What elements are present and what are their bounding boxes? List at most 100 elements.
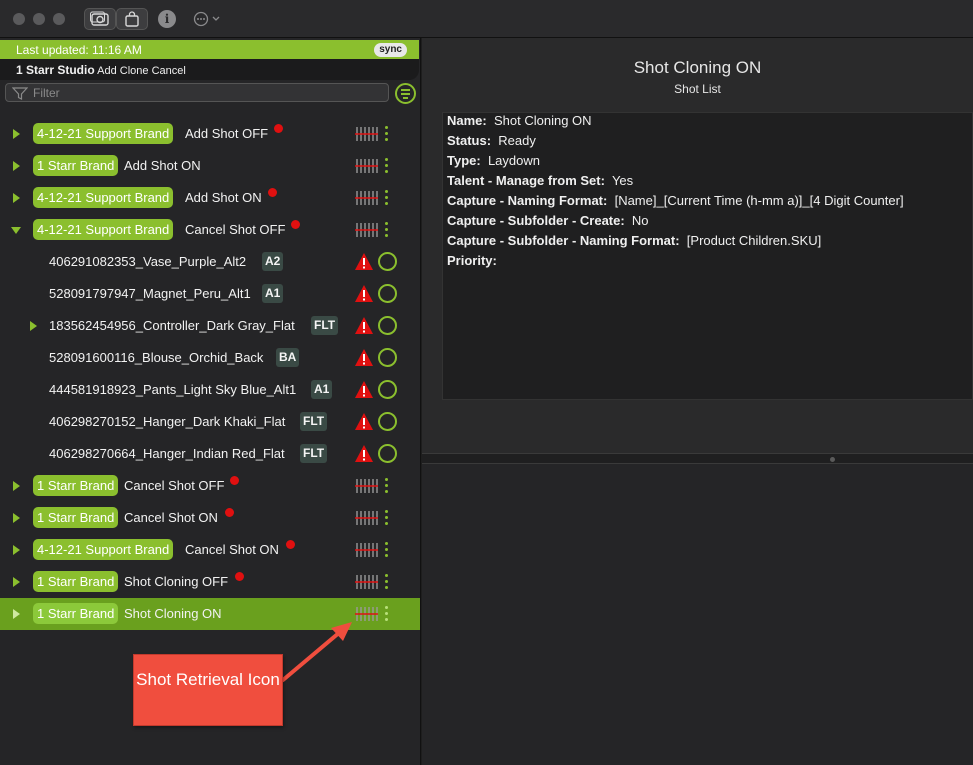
- disclosure-triangle-icon[interactable]: [30, 321, 37, 331]
- splitter-handle[interactable]: [830, 457, 835, 462]
- shot-retrieval-icon[interactable]: [355, 191, 378, 205]
- status-dot: [291, 220, 300, 229]
- shot-row[interactable]: 4-12-21 Support Brand Cancel Shot ON: [0, 534, 420, 566]
- shot-retrieval-icon[interactable]: [355, 607, 378, 621]
- shot-type-badge: FLT: [300, 444, 328, 463]
- product-row[interactable]: 528091600116_Blouse_Orchid_Back BA: [0, 342, 420, 374]
- disclosure-triangle-icon[interactable]: [13, 609, 20, 619]
- more-options-button[interactable]: [192, 9, 226, 29]
- capture-status-icon[interactable]: [378, 316, 397, 335]
- more-vertical-icon[interactable]: [385, 190, 389, 207]
- shot-row[interactable]: 4-12-21 Support Brand Cancel Shot OFF: [0, 214, 420, 246]
- brand-tag: 1 Starr Brand: [33, 475, 119, 496]
- info-icon[interactable]: i: [158, 10, 176, 28]
- capture-status-icon[interactable]: [378, 444, 397, 463]
- shot-row[interactable]: 1 Starr Brand Add Shot ON: [0, 150, 420, 182]
- shot-retrieval-icon[interactable]: [355, 543, 378, 557]
- shot-name: Cancel Shot ON: [185, 542, 279, 557]
- shot-row[interactable]: 4-12-21 Support Brand Add Shot ON: [0, 182, 420, 214]
- sync-button[interactable]: sync: [374, 43, 407, 57]
- shot-name: Cancel Shot OFF: [185, 222, 286, 237]
- capture-status-icon[interactable]: [378, 348, 397, 367]
- disclosure-triangle-icon[interactable]: [13, 161, 20, 171]
- zoom-icon[interactable]: [53, 13, 65, 25]
- shot-row[interactable]: 4-12-21 Support Brand Add Shot OFF: [0, 118, 420, 150]
- product-row[interactable]: 406298270664_Hanger_Indian Red_Flat FLT: [0, 438, 420, 470]
- product-name: 528091600116_Blouse_Orchid_Back: [49, 350, 264, 365]
- shot-type-badge: A1: [262, 284, 284, 303]
- warning-icon[interactable]: [354, 412, 374, 431]
- more-vertical-icon[interactable]: [385, 510, 389, 527]
- disclosure-triangle-icon[interactable]: [13, 513, 20, 523]
- pane-splitter[interactable]: [422, 453, 973, 464]
- bag-button[interactable]: [116, 8, 148, 30]
- shot-name: Add Shot OFF: [185, 126, 269, 141]
- product-row[interactable]: 406291082353_Vase_Purple_Alt2 A2: [0, 246, 420, 278]
- shot-retrieval-icon[interactable]: [355, 127, 378, 141]
- shot-row[interactable]: 1 Starr Brand Shot Cloning OFF: [0, 566, 420, 598]
- disclosure-triangle-icon[interactable]: [13, 481, 20, 491]
- disclosure-triangle-icon[interactable]: [13, 577, 20, 587]
- brand-tag: 4-12-21 Support Brand: [33, 123, 174, 144]
- product-row[interactable]: 444581918923_Pants_Light Sky Blue_Alt1 A…: [0, 374, 420, 406]
- camera-button[interactable]: [84, 8, 116, 30]
- disclosure-triangle-expanded-icon[interactable]: [11, 227, 21, 234]
- warning-icon[interactable]: [354, 348, 374, 367]
- product-row[interactable]: 183562454956_Controller_Dark Gray_Flat F…: [0, 310, 420, 342]
- capture-status-icon[interactable]: [378, 380, 397, 399]
- shot-retrieval-icon[interactable]: [355, 511, 378, 525]
- detail-fields: Name: Shot Cloning ON Status: Ready Type…: [442, 112, 973, 400]
- minimize-icon[interactable]: [33, 13, 45, 25]
- shot-row-selected[interactable]: 1 Starr Brand Shot Cloning ON: [0, 598, 420, 630]
- bag-icon: [125, 11, 139, 27]
- field-subfolder-naming: Capture - Subfolder - Naming Format: [Pr…: [447, 233, 822, 248]
- disclosure-triangle-icon[interactable]: [13, 545, 20, 555]
- shot-name: Cancel Shot OFF: [124, 478, 225, 493]
- more-options-icon: [193, 11, 220, 27]
- detail-title: Shot Cloning ON: [633, 58, 762, 77]
- shot-retrieval-icon[interactable]: [355, 223, 378, 237]
- status-dot: [225, 508, 234, 517]
- shot-row[interactable]: 1 Starr Brand Cancel Shot ON: [0, 502, 420, 534]
- product-row[interactable]: 528091797947_Magnet_Peru_Alt1 A1: [0, 278, 420, 310]
- shot-name: Add Shot ON: [185, 190, 262, 205]
- close-icon[interactable]: [13, 13, 25, 25]
- brand-tag: 4-12-21 Support Brand: [33, 539, 174, 560]
- more-vertical-icon[interactable]: [385, 574, 389, 591]
- more-vertical-icon[interactable]: [385, 606, 389, 623]
- shot-name: Shot Cloning ON: [124, 606, 222, 621]
- studio-actions[interactable]: Add Clone Cancel: [97, 65, 186, 77]
- shot-type-badge: FLT: [311, 316, 339, 335]
- field-subfolder-create: Capture - Subfolder - Create: No: [447, 213, 649, 228]
- product-name: 406291082353_Vase_Purple_Alt2: [49, 254, 247, 269]
- filter-icon: [12, 87, 28, 100]
- disclosure-triangle-icon[interactable]: [13, 193, 20, 203]
- shot-retrieval-icon[interactable]: [355, 159, 378, 173]
- detail-subtitle: Shot List: [674, 82, 721, 96]
- warning-icon[interactable]: [354, 380, 374, 399]
- more-vertical-icon[interactable]: [385, 126, 389, 143]
- brand-tag: 1 Starr Brand: [33, 571, 119, 592]
- brand-tag: 1 Starr Brand: [33, 507, 119, 528]
- more-vertical-icon[interactable]: [385, 222, 389, 239]
- shot-retrieval-icon[interactable]: [355, 479, 378, 493]
- warning-icon[interactable]: [354, 316, 374, 335]
- more-vertical-icon[interactable]: [385, 158, 389, 175]
- capture-status-icon[interactable]: [378, 284, 397, 303]
- shot-name: Shot Cloning OFF: [124, 574, 229, 589]
- capture-status-icon[interactable]: [378, 412, 397, 431]
- shot-type-badge: BA: [276, 348, 300, 367]
- brand-tag: 4-12-21 Support Brand: [33, 219, 174, 240]
- disclosure-triangle-icon[interactable]: [13, 129, 20, 139]
- shot-retrieval-icon[interactable]: [355, 575, 378, 589]
- filter-placeholder: Filter: [33, 86, 60, 100]
- capture-status-icon[interactable]: [378, 252, 397, 271]
- warning-icon[interactable]: [354, 284, 374, 303]
- shot-row[interactable]: 1 Starr Brand Cancel Shot OFF: [0, 470, 420, 502]
- more-vertical-icon[interactable]: [385, 542, 389, 559]
- product-row[interactable]: 406298270152_Hanger_Dark Khaki_Flat FLT: [0, 406, 420, 438]
- warning-icon[interactable]: [354, 444, 374, 463]
- camera-icon: [90, 11, 109, 26]
- more-vertical-icon[interactable]: [385, 478, 389, 495]
- warning-icon[interactable]: [354, 252, 374, 271]
